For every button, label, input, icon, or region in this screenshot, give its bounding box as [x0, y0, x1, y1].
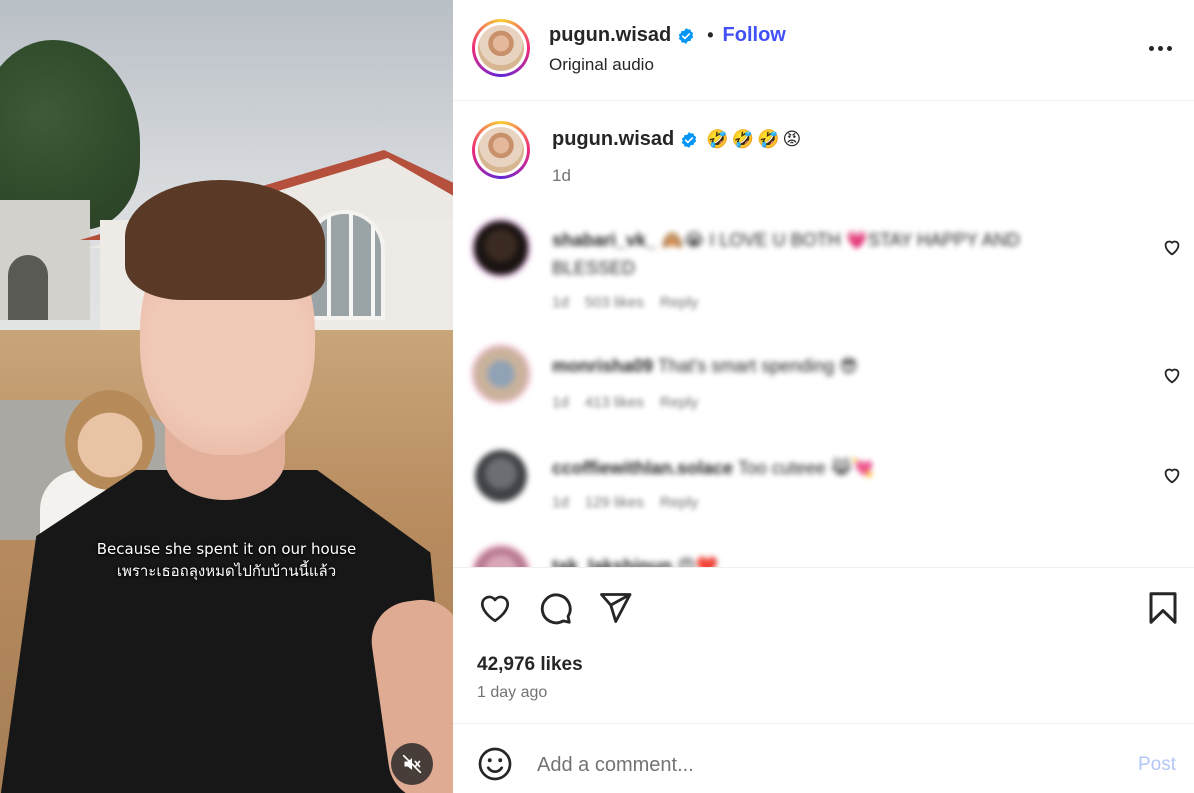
comment-heart-icon[interactable]: [1161, 464, 1183, 486]
post-actions: 42,976 likes 1 day ago: [453, 567, 1194, 722]
follow-button[interactable]: Follow: [723, 24, 786, 47]
subtitle-english: Because she spent it on our house: [96, 540, 357, 558]
comment-reply[interactable]: Reply: [660, 394, 698, 411]
more-options-icon[interactable]: [1146, 38, 1174, 58]
video-subtitle: Because she spent it on our house เพราะเ…: [0, 538, 453, 582]
caption-username[interactable]: pugun.wisad: [552, 128, 674, 151]
bookmark-icon[interactable]: [1145, 590, 1181, 626]
comment-likes[interactable]: 413 likes: [585, 394, 644, 411]
caption-avatar[interactable]: [472, 121, 530, 179]
comment-username[interactable]: shabari_vk_: [552, 230, 656, 250]
likes-count[interactable]: 42,976 likes: [477, 654, 583, 676]
comment-text: shabari_vk_ 🙈😭 I LOVE U BOTH 💗STAY HAPPY…: [552, 226, 1082, 282]
caption-line: pugun.wisad 🤣🤣🤣😡: [552, 128, 804, 151]
comment-likes[interactable]: 129 likes: [585, 494, 644, 511]
comment-text: ccoffiewithlan.solace Too cuteee 😹💘: [552, 454, 1082, 482]
author-avatar[interactable]: [472, 19, 530, 77]
comment-body: Too cuteee 😹💘: [737, 458, 875, 478]
post-button[interactable]: Post: [1138, 754, 1176, 776]
speaker-muted-icon: [402, 754, 422, 774]
comment-meta: 1d 413 likes Reply: [552, 394, 698, 411]
share-icon[interactable]: [597, 590, 633, 626]
caption-text: 🤣🤣🤣😡: [706, 129, 805, 149]
post-header: pugun.wisad • Follow Original audio: [453, 0, 1194, 101]
verified-badge-icon: [679, 27, 694, 44]
post-panel: pugun.wisad • Follow Original audio pugu…: [453, 0, 1194, 793]
comment-username[interactable]: ccoffiewithlan.solace: [552, 458, 733, 478]
comment-heart-icon[interactable]: [1161, 364, 1183, 386]
comments-list[interactable]: pugun.wisad 🤣🤣🤣😡 1d shabari_vk_ 🙈😭 I LOV…: [453, 102, 1194, 567]
comment-body: 😍❤️: [677, 556, 719, 567]
comment-avatar[interactable]: [471, 344, 531, 404]
comment-meta: 1d 503 likes Reply: [552, 294, 698, 311]
original-audio-link[interactable]: Original audio: [549, 55, 654, 75]
verified-badge-icon: [682, 131, 697, 148]
comment-username[interactable]: tak_lakshinun: [552, 556, 672, 567]
comment-time: 1d: [552, 494, 569, 511]
comment-text: monrisha09 That's smart spending 😎: [552, 352, 1082, 380]
comment-reply[interactable]: Reply: [660, 494, 698, 511]
comment-heart-icon[interactable]: [1161, 236, 1183, 258]
emoji-icon[interactable]: [477, 746, 513, 782]
video-man-hair: [125, 180, 325, 300]
heart-icon[interactable]: [477, 590, 513, 626]
comment-text: tak_lakshinun 😍❤️: [552, 552, 1082, 567]
comment-icon[interactable]: [537, 590, 573, 626]
comment-body: That's smart spending 😎: [657, 356, 859, 376]
caption-time: 1d: [552, 166, 571, 185]
posted-time: 1 day ago: [477, 684, 548, 701]
subtitle-thai: เพราะเธอถลุงหมดไปกับบ้านนี้แล้ว: [116, 562, 337, 580]
comment-avatar[interactable]: [475, 450, 527, 502]
comment-time: 1d: [552, 394, 569, 411]
comment-avatar[interactable]: [471, 218, 531, 278]
comment-reply[interactable]: Reply: [660, 294, 698, 311]
comment-time: 1d: [552, 294, 569, 311]
author-line: pugun.wisad • Follow: [549, 24, 786, 47]
header-separator: •: [707, 25, 714, 45]
mute-button[interactable]: [391, 743, 433, 785]
comment-input[interactable]: [537, 750, 1097, 780]
comment-likes[interactable]: 503 likes: [585, 294, 644, 311]
comment-composer: Post: [453, 723, 1194, 793]
comment-username[interactable]: monrisha09: [552, 356, 653, 376]
reel-video[interactable]: Because she spent it on our house เพราะเ…: [0, 0, 453, 793]
author-username[interactable]: pugun.wisad: [549, 24, 671, 47]
comment-avatar[interactable]: [471, 544, 531, 567]
comment-meta: 1d 129 likes Reply: [552, 494, 698, 511]
